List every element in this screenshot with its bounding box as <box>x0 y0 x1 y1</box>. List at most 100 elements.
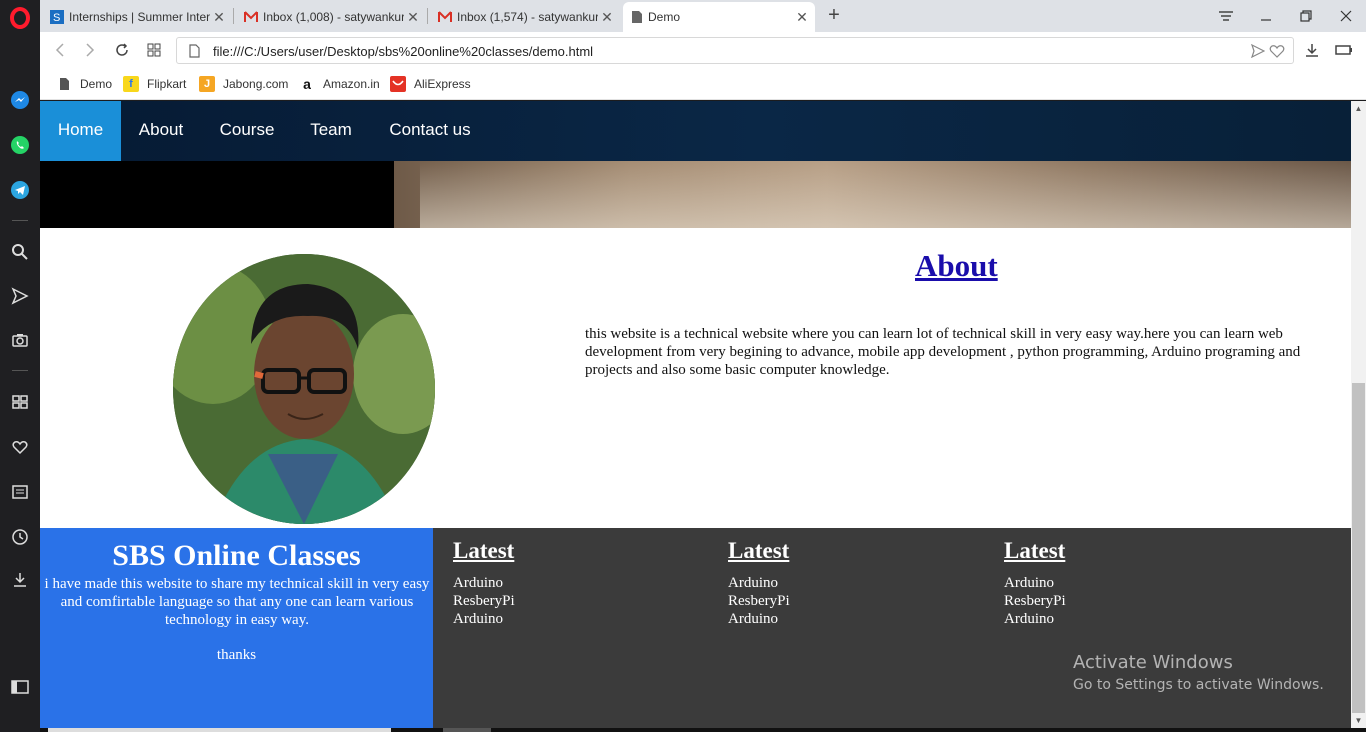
footer-link[interactable]: Arduino <box>453 574 515 592</box>
about-paragraph: this website is a technical website wher… <box>585 326 1301 378</box>
watermark-subtitle: Go to Settings to activate Windows. <box>1073 677 1324 693</box>
site-navbar: Home About Course Team Contact us <box>40 101 1351 161</box>
history-icon[interactable] <box>8 525 32 549</box>
speed-dial-icon[interactable] <box>8 390 32 414</box>
sidebar-separator <box>12 370 28 371</box>
page-viewport: Home About Course Team Contact us About <box>40 101 1351 728</box>
messenger-icon[interactable] <box>8 88 32 112</box>
flipkart-icon: f <box>123 76 139 92</box>
tab-demo[interactable]: Demo ✕ <box>623 2 815 32</box>
gmail-icon <box>438 11 452 22</box>
scroll-down-icon[interactable]: ▼ <box>1351 713 1366 728</box>
sidebar-toggle-icon[interactable] <box>8 675 32 699</box>
horizontal-scroll-thumb[interactable] <box>48 728 391 732</box>
footer-link[interactable]: Arduino <box>728 574 790 592</box>
footer-column-heading: Latest <box>1004 538 1066 563</box>
battery-icon[interactable] <box>1332 38 1356 62</box>
heart-icon[interactable] <box>1269 44 1285 63</box>
tab-strip: S Internships | Summer Inter ✕ Inbox (1,… <box>40 0 1366 32</box>
svg-text:S: S <box>53 12 60 24</box>
tab-separator <box>233 8 234 24</box>
footer-brand-title: SBS Online Classes <box>112 539 361 572</box>
bookmark-demo[interactable]: Demo <box>56 74 112 94</box>
downloads-icon[interactable] <box>8 568 32 592</box>
news-icon[interactable] <box>8 480 32 504</box>
restore-icon[interactable] <box>1286 0 1326 32</box>
bookmark-label: Demo <box>80 77 113 91</box>
about-section: About this website is a technical websit… <box>40 228 1351 528</box>
tab-title: Demo <box>648 10 681 24</box>
close-icon[interactable]: ✕ <box>210 9 228 26</box>
heart-icon[interactable] <box>8 435 32 459</box>
footer-link[interactable]: Arduino <box>1004 610 1066 628</box>
footer-column-heading: Latest <box>728 538 790 563</box>
page-icon <box>189 44 200 63</box>
tab-menu-icon[interactable] <box>1206 0 1246 32</box>
close-window-icon[interactable] <box>1326 0 1366 32</box>
tab-title: Inbox (1,008) - satywankur <box>263 10 404 24</box>
tabs-grid-icon[interactable] <box>142 38 166 62</box>
close-icon[interactable]: ✕ <box>598 9 616 26</box>
footer-column-3: Latest Arduino ResberyPi Arduino <box>1004 538 1066 628</box>
scrollbar-thumb[interactable] <box>1352 383 1365 713</box>
close-icon[interactable]: ✕ <box>793 9 811 26</box>
address-bar[interactable]: file:///C:/Users/user/Desktop/sbs%20onli… <box>176 37 1294 64</box>
new-tab-button[interactable]: + <box>822 4 846 28</box>
nav-home[interactable]: Home <box>40 101 121 161</box>
horizontal-scroll-segment <box>443 728 491 732</box>
bookmark-jabong[interactable]: J Jabong.com <box>199 74 288 94</box>
footer-link[interactable]: ResberyPi <box>1004 592 1066 610</box>
bookmark-label: AliExpress <box>414 77 471 91</box>
about-heading[interactable]: About <box>915 248 998 284</box>
scroll-up-icon[interactable]: ▲ <box>1351 101 1366 116</box>
forward-icon[interactable] <box>78 38 102 62</box>
reload-icon[interactable] <box>110 38 134 62</box>
nav-about[interactable]: About <box>130 101 192 161</box>
watermark-title: Activate Windows <box>1073 652 1233 673</box>
minimize-icon[interactable] <box>1246 0 1286 32</box>
telegram-icon[interactable] <box>8 178 32 202</box>
nav-course[interactable]: Course <box>213 101 281 161</box>
bookmark-amazon[interactable]: a Amazon.in <box>299 74 380 94</box>
footer-link[interactable]: Arduino <box>1004 574 1066 592</box>
tab-title: Inbox (1,574) - satywankur <box>457 10 598 24</box>
bookmarks-bar: Demo f Flipkart J Jabong.com a Amazon.in… <box>40 68 1366 100</box>
camera-icon[interactable] <box>8 328 32 352</box>
url-text: file:///C:/Users/user/Desktop/sbs%20onli… <box>213 44 594 59</box>
aliexpress-icon <box>390 76 406 92</box>
footer-link[interactable]: Arduino <box>728 610 790 628</box>
horizontal-scrollbar[interactable] <box>40 728 1366 732</box>
footer-column-1: Latest Arduino ResberyPi Arduino <box>453 538 515 628</box>
footer-link[interactable]: Arduino <box>453 610 515 628</box>
back-icon[interactable] <box>48 38 72 62</box>
footer-column-heading: Latest <box>453 538 515 563</box>
download-icon[interactable] <box>1300 38 1324 62</box>
activate-windows-watermark: Activate Windows Go to Settings to activ… <box>1073 652 1324 693</box>
footer-brand-panel: SBS Online Classes i have made this webs… <box>40 528 433 728</box>
send-icon[interactable] <box>1250 43 1266 63</box>
tab-inbox-1[interactable]: Inbox (1,008) - satywankur ✕ <box>236 2 426 32</box>
footer-link[interactable]: ResberyPi <box>728 592 790 610</box>
page-scrollbar[interactable]: ▲ ▼ <box>1351 101 1366 728</box>
bookmark-label: Flipkart <box>147 77 187 91</box>
nav-contact[interactable]: Contact us <box>380 101 480 161</box>
close-icon[interactable]: ✕ <box>404 9 422 26</box>
tab-internships[interactable]: S Internships | Summer Inter ✕ <box>42 2 232 32</box>
opera-logo-icon[interactable] <box>8 6 32 30</box>
address-toolbar: file:///C:/Users/user/Desktop/sbs%20onli… <box>40 32 1366 68</box>
send-icon[interactable] <box>8 284 32 308</box>
sidebar-separator <box>12 220 28 221</box>
bookmark-label: Jabong.com <box>223 77 289 91</box>
footer-column-2: Latest Arduino ResberyPi Arduino <box>728 538 790 628</box>
whatsapp-icon[interactable] <box>8 133 32 157</box>
bookmark-flipkart[interactable]: f Flipkart <box>123 74 186 94</box>
nav-team[interactable]: Team <box>302 101 360 161</box>
tab-separator <box>427 8 428 24</box>
gmail-icon <box>244 11 258 22</box>
opera-sidebar <box>0 0 40 732</box>
bookmark-aliexpress[interactable]: AliExpress <box>390 74 471 94</box>
tab-inbox-2[interactable]: Inbox (1,574) - satywankur ✕ <box>430 2 620 32</box>
footer-link[interactable]: ResberyPi <box>453 592 515 610</box>
jabong-icon: J <box>199 76 215 92</box>
search-icon[interactable] <box>8 240 32 264</box>
